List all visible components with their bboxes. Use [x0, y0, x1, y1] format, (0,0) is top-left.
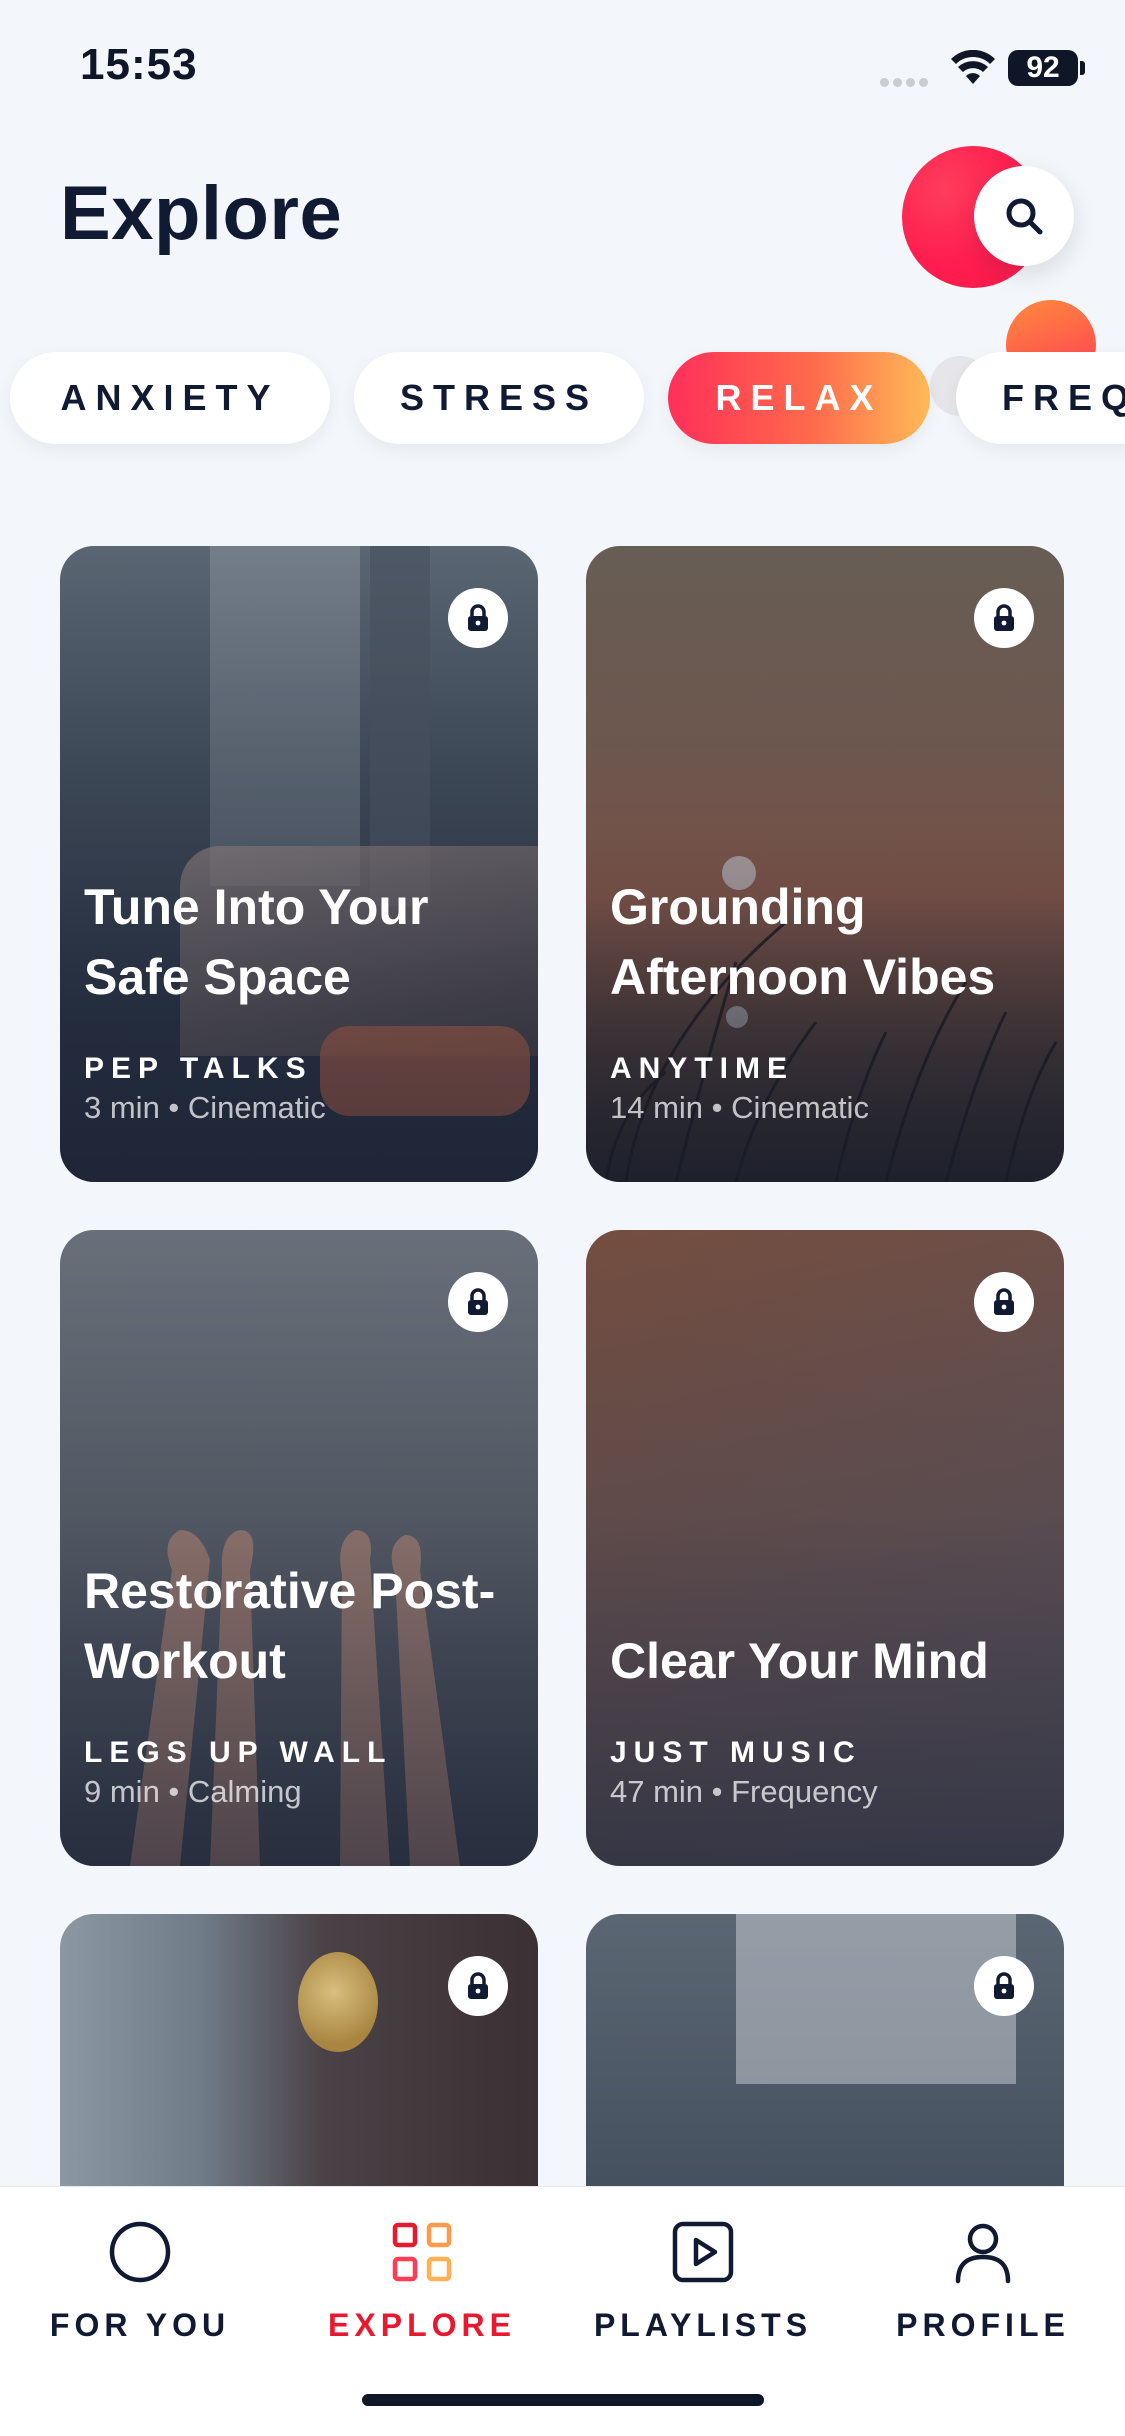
lock-badge	[974, 1956, 1034, 2016]
content-card[interactable]: Tune Into Your Safe Space PEP TALKS 3 mi…	[60, 546, 538, 1182]
tab-explore[interactable]: EXPLORE	[297, 2211, 547, 2371]
grid-icon	[392, 2222, 452, 2282]
filter-chip-row: ANXIETY STRESS RELAX FREQ	[0, 352, 1125, 452]
filter-chip-frequency[interactable]: FREQ	[956, 352, 1125, 444]
card-category: JUST MUSIC	[610, 1736, 862, 1769]
home-indicator	[362, 2394, 764, 2406]
lock-badge	[974, 1272, 1034, 1332]
content-card[interactable]: Clear Your Mind JUST MUSIC 47 min • Freq…	[586, 1230, 1064, 1866]
card-image-lamp	[298, 1952, 378, 2052]
user-icon	[955, 2223, 1011, 2284]
page-title: Explore	[60, 171, 343, 256]
content-card[interactable]: Restorative Post-Workout LEGS UP WALL 9 …	[60, 1230, 538, 1866]
tab-label: PROFILE	[896, 2307, 1070, 2343]
filter-chip-relax[interactable]: RELAX	[668, 352, 930, 444]
content-card[interactable]: Grounding Afternoon Vibes ANYTIME 14 min…	[586, 546, 1064, 1182]
tab-playlists[interactable]: PLAYLISTS	[578, 2211, 828, 2371]
card-meta: 47 min • Frequency	[610, 1774, 878, 1809]
card-title: Clear Your Mind	[610, 1633, 989, 1689]
search-icon	[1006, 198, 1043, 235]
card-category: ANYTIME	[610, 1052, 794, 1085]
card-title: Restorative Post-Workout	[84, 1563, 496, 1689]
tab-for-you[interactable]: FOR YOU	[15, 2211, 265, 2371]
lock-icon	[468, 1972, 488, 1999]
battery-cap	[1080, 61, 1085, 75]
signal-dots-icon	[880, 74, 932, 87]
card-title: Grounding Afternoon Vibes	[610, 879, 996, 1005]
filter-chip-anxiety[interactable]: ANXIETY	[10, 352, 330, 444]
lock-icon	[468, 604, 488, 631]
lock-icon	[994, 1288, 1014, 1315]
tab-label: PLAYLISTS	[593, 2307, 813, 2343]
circle-icon	[109, 2221, 171, 2283]
card-meta: 9 min • Calming	[84, 1774, 302, 1809]
card-category: LEGS UP WALL	[84, 1736, 393, 1769]
lock-icon	[994, 604, 1014, 631]
card-meta: 3 min • Cinematic	[84, 1090, 326, 1125]
card-title: Tune Into Your Safe Space	[84, 879, 429, 1005]
filter-chip-stress[interactable]: STRESS	[354, 352, 644, 444]
lock-badge	[448, 1956, 508, 2016]
lock-badge	[448, 1272, 508, 1332]
lock-icon	[468, 1288, 488, 1315]
lock-badge	[448, 588, 508, 648]
card-meta: 14 min • Cinematic	[610, 1090, 869, 1125]
explore-screen: 15:53 92 Explore ANXIETY STRESS RELAX FR…	[0, 0, 1125, 2436]
tab-label: EXPLORE	[328, 2307, 516, 2343]
battery-indicator: 92	[1008, 50, 1078, 86]
play-square-icon	[672, 2221, 734, 2283]
card-category: PEP TALKS	[84, 1052, 313, 1085]
wifi-icon	[951, 50, 995, 84]
search-button[interactable]	[974, 166, 1074, 266]
tab-profile[interactable]: PROFILE	[858, 2211, 1108, 2371]
card-image-artwork	[736, 1914, 1016, 2084]
tab-label: FOR YOU	[49, 2307, 231, 2343]
status-time: 15:53	[80, 40, 198, 89]
lock-badge	[974, 588, 1034, 648]
lock-icon	[994, 1972, 1014, 1999]
